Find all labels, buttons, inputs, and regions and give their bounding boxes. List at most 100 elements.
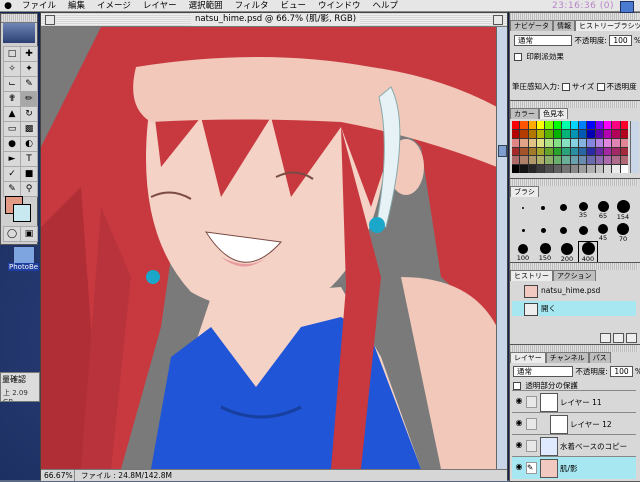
tab-color[interactable]: カラー <box>510 108 539 119</box>
quick-mask-icon[interactable]: ◯ <box>3 226 21 242</box>
color-swatch[interactable] <box>595 165 603 173</box>
dodge-tool-icon[interactable]: ◐ <box>20 136 38 152</box>
document-titlebar[interactable]: natsu_hime.psd @ 66.7% (肌/影, RGB) <box>41 13 507 27</box>
color-swatch[interactable] <box>570 165 578 173</box>
color-swatch[interactable] <box>528 165 537 173</box>
zoom-box-icon[interactable] <box>493 15 503 25</box>
history-state[interactable]: 開く <box>512 301 636 316</box>
palette-titlebar[interactable] <box>510 179 638 186</box>
blur-tool-icon[interactable]: ● <box>3 136 21 152</box>
slice-tool-icon[interactable]: ✎ <box>20 76 38 92</box>
color-swatch[interactable] <box>612 129 620 138</box>
color-swatch[interactable] <box>562 129 570 138</box>
menubar-clock[interactable]: 23:16:36 (0) <box>552 0 614 12</box>
color-swatch[interactable] <box>595 156 603 165</box>
crop-tool-icon[interactable]: ⌙ <box>3 76 21 92</box>
file-size-info[interactable]: ファイル : 24.8M/142.8M <box>81 470 172 481</box>
layer-row[interactable]: ◉ レイヤー 11 <box>512 390 636 413</box>
menu-window[interactable]: ウインドウ <box>312 0 367 12</box>
color-swatch[interactable] <box>520 121 528 129</box>
swatch-grid[interactable] <box>512 121 628 173</box>
color-swatch[interactable] <box>545 121 553 129</box>
brush-preset[interactable]: 150 <box>536 243 554 262</box>
tab-channels[interactable]: チャンネル <box>545 352 589 363</box>
color-swatch[interactable] <box>578 121 587 129</box>
color-swatch[interactable] <box>528 121 537 129</box>
scroll-thumb[interactable] <box>498 145 507 157</box>
color-swatch[interactable] <box>587 165 595 173</box>
photoshop-logo-icon[interactable] <box>3 23 35 43</box>
brush-preset[interactable] <box>534 199 552 210</box>
close-box-icon[interactable] <box>45 15 55 25</box>
color-swatch[interactable] <box>512 138 520 147</box>
swatches-scrollbar[interactable] <box>630 121 639 173</box>
color-swatch[interactable] <box>620 138 628 147</box>
menu-image[interactable]: イメージ <box>91 0 137 12</box>
color-swatch[interactable] <box>620 121 628 129</box>
color-swatch[interactable] <box>612 121 620 129</box>
color-swatch[interactable] <box>545 129 553 138</box>
color-swatch[interactable] <box>562 138 570 147</box>
application-menu-icon[interactable] <box>620 1 634 13</box>
color-swatch[interactable] <box>612 165 620 173</box>
brush-preset[interactable] <box>514 223 532 232</box>
color-swatch[interactable] <box>587 138 595 147</box>
color-swatch[interactable] <box>603 165 612 173</box>
brush-preset[interactable] <box>514 199 532 209</box>
color-swatch[interactable] <box>520 147 528 156</box>
color-swatch[interactable] <box>512 165 520 173</box>
color-swatch[interactable] <box>612 147 620 156</box>
pressure-size-checkbox[interactable] <box>561 83 570 91</box>
color-swatch[interactable] <box>520 165 528 173</box>
preserve-transparency-checkbox[interactable] <box>513 382 521 390</box>
color-swatch[interactable] <box>578 129 587 138</box>
pen-tool-icon[interactable]: ✓ <box>3 166 21 182</box>
menu-layer[interactable]: レイヤー <box>137 0 183 12</box>
shape-tool-icon[interactable]: ■ <box>20 166 38 182</box>
color-swatch[interactable] <box>512 129 520 138</box>
menu-filter[interactable]: フィルタ <box>229 0 275 12</box>
color-swatch[interactable] <box>595 147 603 156</box>
new-snapshot-icon[interactable] <box>613 333 624 343</box>
screen-mode-icon[interactable]: ▣ <box>20 226 38 242</box>
background-color-swatch[interactable] <box>13 204 31 222</box>
lasso-tool-icon[interactable]: ✧ <box>3 61 21 77</box>
eyedropper-tool-icon[interactable]: ✎ <box>3 181 21 197</box>
color-swatch[interactable] <box>553 165 562 173</box>
color-swatch[interactable] <box>578 147 587 156</box>
healing-brush-tool-icon[interactable]: ✟ <box>3 91 21 107</box>
menu-edit[interactable]: 編集 <box>62 0 91 12</box>
color-swatch[interactable] <box>612 156 620 165</box>
menu-view[interactable]: ビュー <box>274 0 312 12</box>
menu-help[interactable]: ヘルプ <box>367 0 405 12</box>
color-swatch[interactable] <box>553 147 562 156</box>
color-swatch[interactable] <box>537 121 545 129</box>
eye-icon[interactable]: ◉ <box>514 462 524 472</box>
brush-preset[interactable]: 45 <box>594 223 612 242</box>
zoom-level-field[interactable]: 66.67% <box>44 470 75 481</box>
menu-file[interactable]: ファイル <box>16 0 62 12</box>
color-swatch[interactable] <box>587 129 595 138</box>
eye-icon[interactable]: ◉ <box>514 396 524 406</box>
tab-actions[interactable]: アクション <box>553 270 596 281</box>
color-swatch[interactable] <box>537 129 545 138</box>
color-swatch[interactable] <box>528 147 537 156</box>
desktop-icon-photobe[interactable]: PhotoBe <box>8 246 40 276</box>
color-swatch[interactable] <box>553 121 562 129</box>
color-swatch[interactable] <box>545 165 553 173</box>
brush-preset[interactable]: 65 <box>594 199 612 220</box>
color-swatch[interactable] <box>545 147 553 156</box>
brush-preset[interactable]: 200 <box>558 243 576 263</box>
layer-link-box[interactable] <box>526 440 537 452</box>
apple-menu-icon[interactable]: ● <box>0 0 16 12</box>
color-swatch[interactable] <box>595 129 603 138</box>
brush-preset[interactable]: 100 <box>514 243 532 262</box>
gradient-tool-icon[interactable]: ▩ <box>20 121 38 137</box>
color-swatch[interactable] <box>587 147 595 156</box>
brush-preset[interactable]: 154 <box>614 199 632 221</box>
tab-layers[interactable]: レイヤー <box>510 352 546 363</box>
brush-lock-icon[interactable]: ✎ <box>526 462 537 474</box>
color-swatch[interactable] <box>562 121 570 129</box>
color-swatch[interactable] <box>612 138 620 147</box>
clone-stamp-tool-icon[interactable]: ▲ <box>3 106 21 122</box>
